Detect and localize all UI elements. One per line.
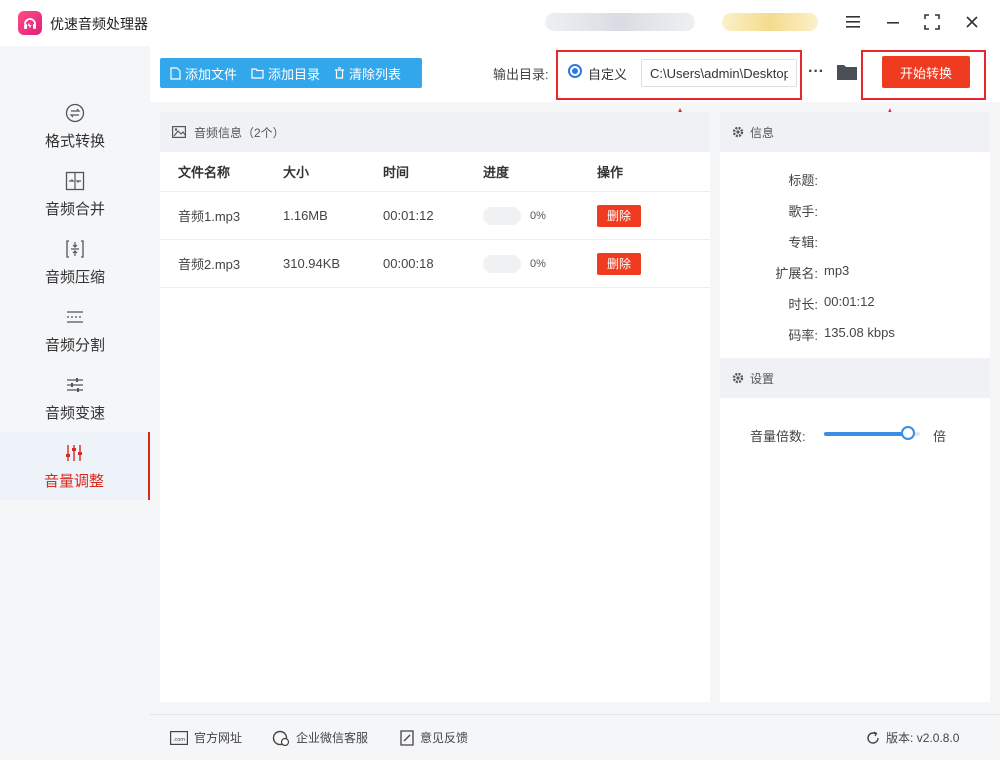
volume-slider-fill (824, 432, 909, 436)
footer: .com 官方网址 企业微信客服 意见反馈 版本: v2.0.8.0 (150, 714, 1000, 760)
progress-percent: 0% (530, 209, 546, 222)
file-name: 音频2.mp3 (178, 257, 241, 272)
close-icon[interactable] (961, 11, 983, 33)
image-icon (172, 126, 186, 138)
file-icon (170, 66, 181, 80)
svg-text:.com: .com (173, 737, 185, 743)
file-size: 310.94KB (283, 256, 341, 271)
blurred-account-info (545, 13, 695, 31)
sidebar: 格式转换 音频合并 音频压缩 音频分割 音频变速 音量调整 (0, 46, 150, 714)
output-dir-label: 输出目录: (493, 67, 549, 82)
table-row[interactable]: 音频1.mp3 1.16MB 00:01:12 0% 删除 (160, 192, 710, 240)
open-folder-icon[interactable] (836, 62, 858, 82)
info-panel: 信息 标题: 歌手: 专辑: 扩展名: mp3 时长: 00:01:12 码率: 13… (720, 112, 990, 702)
sidebar-item-audio-merge[interactable]: 音频合并 (0, 160, 150, 228)
settings-header: 设置 (720, 358, 990, 398)
speed-icon (64, 374, 86, 396)
feedback-icon (400, 729, 414, 746)
sidebar-item-label: 格式转换 (44, 132, 105, 150)
feedback-link[interactable]: 意见反馈 (400, 729, 468, 746)
col-header-size: 大小 (283, 165, 310, 180)
title-bar: 优速音频处理器 (0, 0, 1000, 46)
chat-icon (272, 730, 290, 746)
annotation-box-output (556, 50, 802, 100)
official-website-link[interactable]: .com 官方网址 (170, 729, 242, 746)
app-title: 优速音频处理器 (50, 16, 148, 32)
sidebar-item-label: 音频分割 (44, 336, 105, 354)
sidebar-item-audio-speed[interactable]: 音频变速 (0, 364, 150, 432)
info-duration-row: 时长: 00:01:12 (788, 294, 875, 312)
file-time: 00:01:12 (383, 208, 434, 223)
volume-adjust-icon (63, 442, 85, 464)
col-header-action: 操作 (597, 165, 624, 180)
version-info[interactable]: 版本: v2.0.8.0 (866, 729, 959, 746)
add-file-button[interactable]: 添加文件 (170, 64, 237, 83)
file-name: 音频1.mp3 (178, 209, 241, 224)
swap-circle-icon (64, 102, 86, 124)
sidebar-item-label: 音频合并 (44, 200, 105, 218)
volume-slider-thumb[interactable] (901, 426, 916, 440)
sidebar-item-volume-adjust[interactable]: 音量调整 (0, 432, 150, 500)
sidebar-item-label: 音量调整 (43, 472, 104, 490)
maximize-icon[interactable] (921, 11, 943, 33)
file-progress: 0% (483, 254, 597, 273)
more-options-button[interactable]: ··· (808, 60, 826, 84)
file-list-header: 音频信息（2个） (160, 112, 710, 152)
sidebar-item-label: 音频压缩 (44, 268, 105, 286)
col-header-progress: 进度 (483, 165, 510, 180)
file-time: 00:00:18 (383, 256, 434, 271)
gear-icon (732, 372, 744, 384)
info-header: 信息 (720, 112, 990, 152)
info-bitrate-row: 码率: 135.08 kbps (788, 325, 895, 343)
progress-percent: 0% (530, 257, 546, 270)
menu-icon[interactable] (842, 11, 864, 33)
split-icon (64, 306, 86, 328)
clear-list-button[interactable]: 清除列表 (334, 64, 401, 83)
info-extension-row: 扩展名: mp3 (775, 263, 850, 281)
info-album-row: 专辑: (788, 235, 818, 250)
trash-icon (335, 67, 345, 79)
file-actions-group: 添加文件 添加目录 清除列表 (160, 58, 422, 88)
minimize-icon[interactable] (882, 11, 904, 33)
table-header: 文件名称 大小 时间 进度 操作 (160, 152, 710, 192)
blurred-vip-badge[interactable] (722, 13, 818, 31)
folder-outline-icon (251, 67, 264, 79)
info-artist-row: 歌手: (788, 204, 818, 219)
volume-unit-label: 倍 (933, 429, 947, 444)
refresh-icon (867, 730, 879, 744)
progress-bar (483, 254, 521, 273)
file-size: 1.16MB (283, 208, 328, 223)
app-logo-icon (18, 11, 42, 35)
info-title-row: 标题: (788, 173, 818, 188)
col-header-name: 文件名称 (178, 165, 231, 180)
wechat-service-link[interactable]: 企业微信客服 (272, 729, 368, 746)
annotation-box-start (861, 50, 986, 100)
table-row[interactable]: 音频2.mp3 310.94KB 00:00:18 0% 删除 (160, 240, 710, 288)
sidebar-item-format-convert[interactable]: 格式转换 (0, 92, 150, 160)
compress-icon (64, 238, 86, 260)
col-header-time: 时间 (383, 165, 410, 180)
add-folder-button[interactable]: 添加目录 (251, 64, 320, 83)
sidebar-item-label: 音频变速 (44, 404, 105, 422)
sidebar-item-audio-compress[interactable]: 音频压缩 (0, 228, 150, 296)
delete-button[interactable]: 删除 (597, 204, 641, 227)
delete-button[interactable]: 删除 (597, 252, 641, 275)
sidebar-item-audio-split[interactable]: 音频分割 (0, 296, 150, 364)
volume-multiplier-label: 音量倍数: (750, 429, 806, 444)
merge-icon (64, 170, 86, 192)
gear-icon (732, 126, 744, 138)
file-list-panel: 音频信息（2个） 文件名称 大小 时间 进度 操作 音频1.mp3 1.16MB… (160, 112, 710, 702)
progress-bar (483, 206, 521, 225)
website-icon: .com (170, 730, 188, 745)
file-progress: 0% (483, 206, 597, 225)
